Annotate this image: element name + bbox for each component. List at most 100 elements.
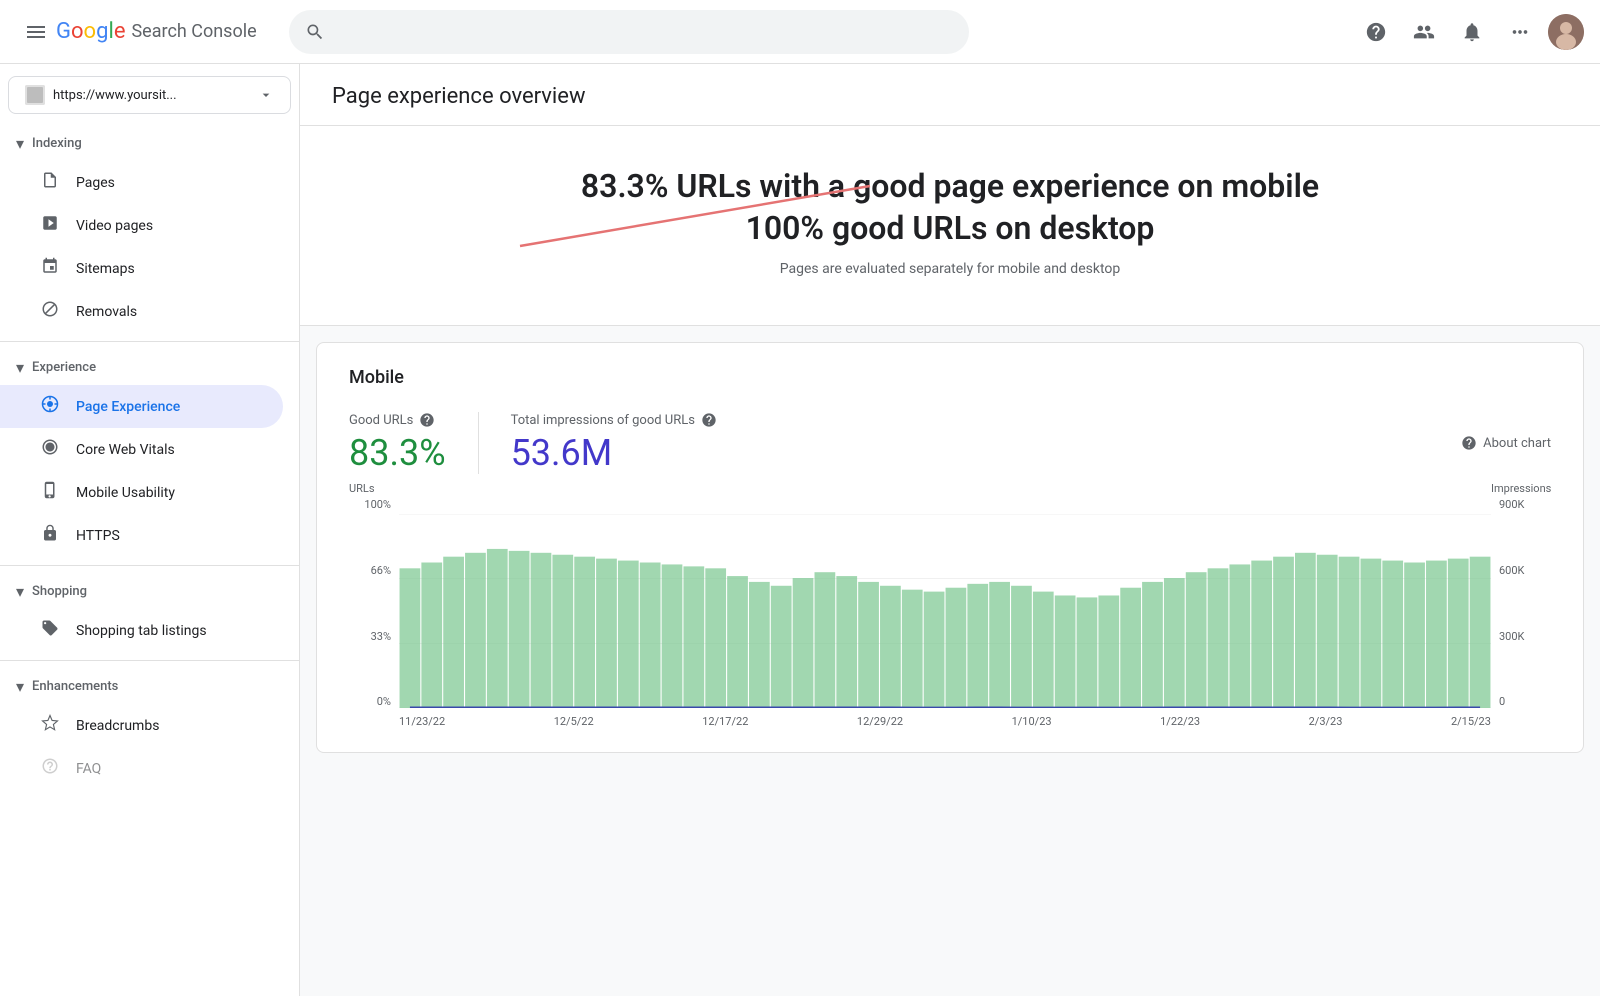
- experience-label: Experience: [32, 360, 96, 375]
- hero-subtitle: Pages are evaluated separately for mobil…: [332, 261, 1568, 277]
- enhancements-chevron: ▾: [16, 677, 24, 696]
- shopping-chevron: ▾: [16, 582, 24, 601]
- y-right-0: 0: [1499, 695, 1505, 708]
- sidebar-item-mobile-usability[interactable]: Mobile Usability: [0, 471, 283, 514]
- help-button[interactable]: [1356, 12, 1396, 52]
- google-wordmark: Google: [56, 19, 125, 44]
- shopping-label: Shopping: [32, 584, 87, 599]
- page-header: Page experience overview: [300, 64, 1600, 126]
- x-label-4: 1/10/23: [1012, 715, 1052, 728]
- y-axis-right: Impressions 900K 600K 300K 0: [1491, 498, 1551, 708]
- header: Google Search Console: [0, 0, 1600, 64]
- sidebar-item-pages[interactable]: Pages: [0, 161, 283, 204]
- x-label-0: 11/23/22: [399, 715, 445, 728]
- divider-3: [0, 660, 299, 661]
- search-input[interactable]: [333, 23, 953, 41]
- manage-users-button[interactable]: [1404, 12, 1444, 52]
- sitemaps-label: Sitemaps: [76, 261, 135, 277]
- pages-label: Pages: [76, 175, 115, 191]
- hero-stat: 83.3% URLs with a good page experience o…: [332, 166, 1568, 249]
- sidebar-item-page-experience[interactable]: Page Experience: [0, 385, 283, 428]
- menu-button[interactable]: [16, 12, 56, 52]
- x-label-5: 1/22/23: [1160, 715, 1200, 728]
- sidebar-item-sitemaps[interactable]: Sitemaps: [0, 247, 283, 290]
- impressions-label: Total impressions of good URLs: [511, 413, 695, 428]
- chart-section: Mobile Good URLs 83.3% Total impressions…: [316, 342, 1584, 753]
- indexing-section-header[interactable]: ▾ Indexing: [0, 126, 299, 161]
- stats-row: Good URLs 83.3% Total impressions of goo…: [349, 412, 1551, 474]
- faq-label: FAQ: [76, 761, 101, 777]
- core-web-vitals-label: Core Web Vitals: [76, 442, 175, 458]
- y-right-900k: 900K: [1499, 498, 1524, 511]
- y-right-title: Impressions: [1491, 482, 1551, 495]
- about-chart-button[interactable]: About chart: [1461, 435, 1551, 451]
- x-label-6: 2/3/23: [1309, 715, 1343, 728]
- good-urls-stat: Good URLs 83.3%: [349, 412, 478, 474]
- sidebar-item-shopping-listings[interactable]: Shopping tab listings: [0, 609, 283, 652]
- dropdown-icon: [258, 87, 274, 103]
- shopping-listings-label: Shopping tab listings: [76, 623, 207, 639]
- layout: https://www.yoursit... ▾ Indexing Pages …: [0, 64, 1600, 996]
- removals-label: Removals: [76, 304, 137, 320]
- about-chart-label: About chart: [1483, 436, 1551, 451]
- mobile-usability-icon: [40, 481, 60, 504]
- search-bar[interactable]: [289, 10, 969, 54]
- y-left-100: 100%: [364, 498, 391, 511]
- y-right-300k: 300K: [1499, 630, 1524, 643]
- page-experience-icon: [40, 395, 60, 418]
- indexing-chevron: ▾: [16, 134, 24, 153]
- chart-area: URLs 100% 66% 33% 0% Impressions 900K 60…: [349, 498, 1551, 728]
- sitemaps-icon: [40, 257, 60, 280]
- divider-2: [0, 565, 299, 566]
- enhancements-label: Enhancements: [32, 679, 118, 694]
- https-label: HTTPS: [76, 528, 120, 544]
- notifications-button[interactable]: [1452, 12, 1492, 52]
- y-axis-left: URLs 100% 66% 33% 0%: [349, 498, 399, 708]
- page-title: Page experience overview: [332, 84, 1568, 125]
- https-icon: [40, 524, 60, 547]
- sidebar: https://www.yoursit... ▾ Indexing Pages …: [0, 64, 300, 996]
- y-left-66: 66%: [371, 564, 391, 577]
- avatar[interactable]: [1548, 14, 1584, 50]
- main-content: Page experience overview 83.3% URLs with…: [300, 64, 1600, 996]
- breadcrumbs-icon: [40, 714, 60, 737]
- chart-title: Mobile: [349, 367, 1551, 388]
- y-left-title: URLs: [349, 482, 375, 495]
- sidebar-item-video-pages[interactable]: Video pages: [0, 204, 283, 247]
- hero-line2: 100% good URLs on desktop: [332, 208, 1568, 250]
- sidebar-item-breadcrumbs[interactable]: Breadcrumbs: [0, 704, 283, 747]
- page-experience-label: Page Experience: [76, 399, 180, 415]
- shopping-listings-icon: [40, 619, 60, 642]
- sidebar-item-https[interactable]: HTTPS: [0, 514, 283, 557]
- good-urls-label-row: Good URLs: [349, 412, 446, 428]
- site-favicon: [25, 85, 45, 105]
- x-label-7: 2/15/23: [1451, 715, 1491, 728]
- removals-icon: [40, 300, 60, 323]
- x-label-3: 12/29/22: [857, 715, 903, 728]
- sidebar-item-faq[interactable]: FAQ: [0, 747, 283, 790]
- good-urls-help-icon[interactable]: [419, 412, 435, 428]
- impressions-value: 53.6M: [511, 432, 717, 474]
- divider-1: [0, 341, 299, 342]
- enhancements-section-header[interactable]: ▾ Enhancements: [0, 669, 299, 704]
- video-pages-label: Video pages: [76, 218, 153, 234]
- faq-icon: [40, 757, 60, 780]
- y-left-33: 33%: [371, 630, 391, 643]
- impressions-help-icon[interactable]: [701, 412, 717, 428]
- y-right-600k: 600K: [1499, 564, 1524, 577]
- logo: Google Search Console: [56, 19, 257, 44]
- sidebar-item-core-web-vitals[interactable]: Core Web Vitals: [0, 428, 283, 471]
- header-actions: [1356, 12, 1584, 52]
- experience-section-header[interactable]: ▾ Experience: [0, 350, 299, 385]
- pages-icon: [40, 171, 60, 194]
- experience-chevron: ▾: [16, 358, 24, 377]
- hero-line1: 83.3% URLs with a good page experience o…: [332, 166, 1568, 208]
- chart-svg: [399, 514, 1491, 708]
- shopping-section-header[interactable]: ▾ Shopping: [0, 574, 299, 609]
- sidebar-item-removals[interactable]: Removals: [0, 290, 283, 333]
- x-axis: 11/23/22 12/5/22 12/17/22 12/29/22 1/10/…: [399, 715, 1491, 728]
- apps-button[interactable]: [1500, 12, 1540, 52]
- site-selector[interactable]: https://www.yoursit...: [8, 76, 291, 114]
- breadcrumbs-label: Breadcrumbs: [76, 718, 159, 734]
- impressions-stat: Total impressions of good URLs 53.6M: [478, 412, 749, 474]
